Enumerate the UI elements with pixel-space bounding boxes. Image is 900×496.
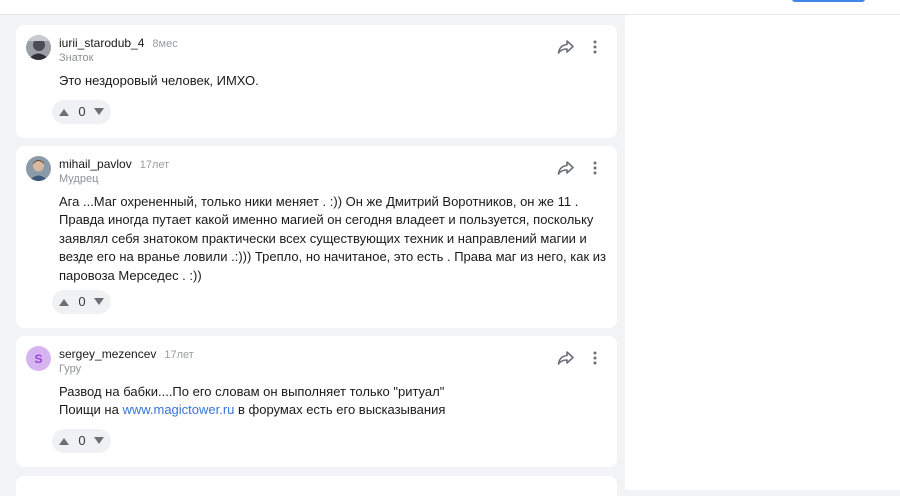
vote-count: 0	[78, 294, 86, 309]
comment-paragraph: Ага ...Маг охрененный, только ники меняе…	[59, 194, 606, 283]
next-comment-card	[16, 476, 617, 496]
upvote-icon[interactable]	[58, 436, 70, 446]
avatar[interactable]: S	[26, 346, 51, 371]
comment-text: Развод на бабки....По его словам он выпо…	[59, 383, 607, 420]
comment-age: 17лет	[164, 349, 194, 361]
top-bar	[0, 0, 900, 15]
share-icon[interactable]	[557, 39, 575, 55]
comment-card: S sergey_mezencev 17лет Гуру Развод на ба…	[16, 336, 617, 467]
magictower-link[interactable]: www.magictower.ru	[122, 402, 234, 417]
share-icon[interactable]	[557, 160, 575, 176]
username[interactable]: sergey_mezencev 17лет	[59, 347, 194, 361]
user-rank: Знаток	[59, 52, 94, 64]
right-sidebar	[625, 15, 900, 490]
comment-age: 17лет	[139, 159, 170, 171]
comment-card: iurii_starodub_4 8мес Знаток Это нездоров…	[16, 25, 617, 138]
more-icon[interactable]	[589, 39, 601, 55]
more-icon[interactable]	[589, 160, 601, 176]
downvote-icon[interactable]	[93, 107, 105, 117]
vote-control: 0	[52, 429, 111, 453]
more-icon[interactable]	[589, 350, 601, 366]
text-fragment: Поищи на	[59, 402, 123, 418]
comment-paragraph: Поищи на www.magictower.ru в форумах ест…	[59, 401, 607, 419]
avatar[interactable]	[26, 35, 51, 60]
user-rank: Гуру	[59, 363, 82, 375]
share-icon[interactable]	[557, 350, 575, 366]
avatar[interactable]	[26, 156, 51, 181]
comment-card: mihail_pavlov 17лет Мудрец Ага ...Маг охр…	[16, 146, 617, 328]
vote-control: 0	[52, 290, 111, 314]
comment-text: Это нездоровый человек, ИМХО.	[59, 72, 607, 90]
comment-age: 8мес	[152, 38, 178, 50]
username-text[interactable]: iurii_starodub_4	[59, 36, 144, 50]
comment-text: Ага ...Маг охрененный, только ники меняе…	[59, 193, 607, 285]
username-text[interactable]: sergey_mezencev	[59, 347, 156, 361]
vote-count: 0	[78, 104, 86, 119]
upvote-icon[interactable]	[58, 107, 70, 117]
avatar-letter: S	[34, 351, 43, 366]
text-fragment: в форумах есть его высказывания	[234, 402, 446, 418]
top-action-button[interactable]	[792, 0, 865, 2]
comment-paragraph: Это нездоровый человек, ИМХО.	[59, 73, 259, 88]
upvote-icon[interactable]	[58, 297, 70, 307]
user-rank: Мудрец	[59, 173, 99, 185]
downvote-icon[interactable]	[93, 436, 105, 446]
username[interactable]: mihail_pavlov 17лет	[59, 157, 169, 171]
vote-control: 0	[52, 100, 111, 124]
vote-count: 0	[78, 433, 86, 448]
username[interactable]: iurii_starodub_4 8мес	[59, 36, 178, 50]
username-text[interactable]: mihail_pavlov	[59, 157, 132, 171]
comment-paragraph: Развод на бабки....По его словам он выпо…	[59, 384, 445, 399]
downvote-icon[interactable]	[93, 297, 105, 307]
